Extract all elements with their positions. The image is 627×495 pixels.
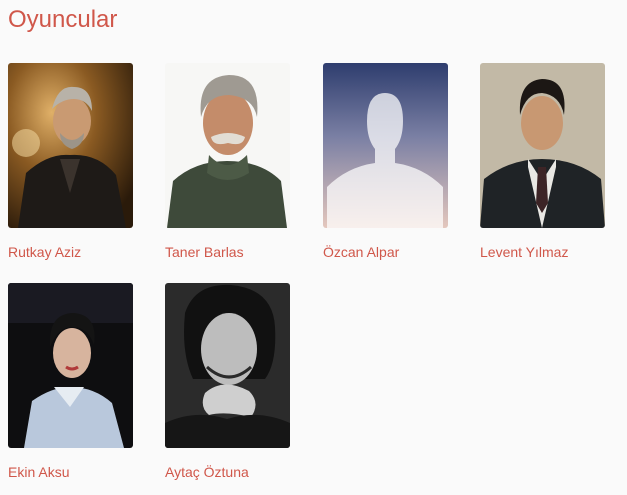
cast-card[interactable]: Aytaç Öztuna (165, 283, 290, 482)
actor-photo[interactable] (165, 283, 290, 448)
cast-card[interactable]: Rutkay Aziz (8, 63, 133, 262)
actor-photo[interactable] (8, 283, 133, 448)
actor-name[interactable]: Taner Barlas (165, 242, 290, 262)
section-title: Oyuncular (8, 6, 118, 33)
actor-name[interactable]: Aytaç Öztuna (165, 462, 290, 482)
cast-card[interactable]: Taner Barlas (165, 63, 290, 262)
actor-name[interactable]: Özcan Alpar (323, 242, 448, 262)
cast-card[interactable]: Özcan Alpar (323, 63, 448, 262)
actor-photo[interactable] (165, 63, 290, 228)
cast-page: Oyuncular Rutkay Aziz Taner Barlas Özcan… (0, 0, 627, 495)
actor-name[interactable]: Levent Yılmaz (480, 242, 605, 262)
actor-photo[interactable] (8, 63, 133, 228)
actor-photo[interactable] (480, 63, 605, 228)
actor-name[interactable]: Ekin Aksu (8, 462, 133, 482)
actor-name[interactable]: Rutkay Aziz (8, 242, 133, 262)
cast-card[interactable]: Ekin Aksu (8, 283, 133, 482)
cast-card[interactable]: Levent Yılmaz (480, 63, 605, 262)
placeholder-avatar-icon[interactable] (323, 63, 448, 228)
